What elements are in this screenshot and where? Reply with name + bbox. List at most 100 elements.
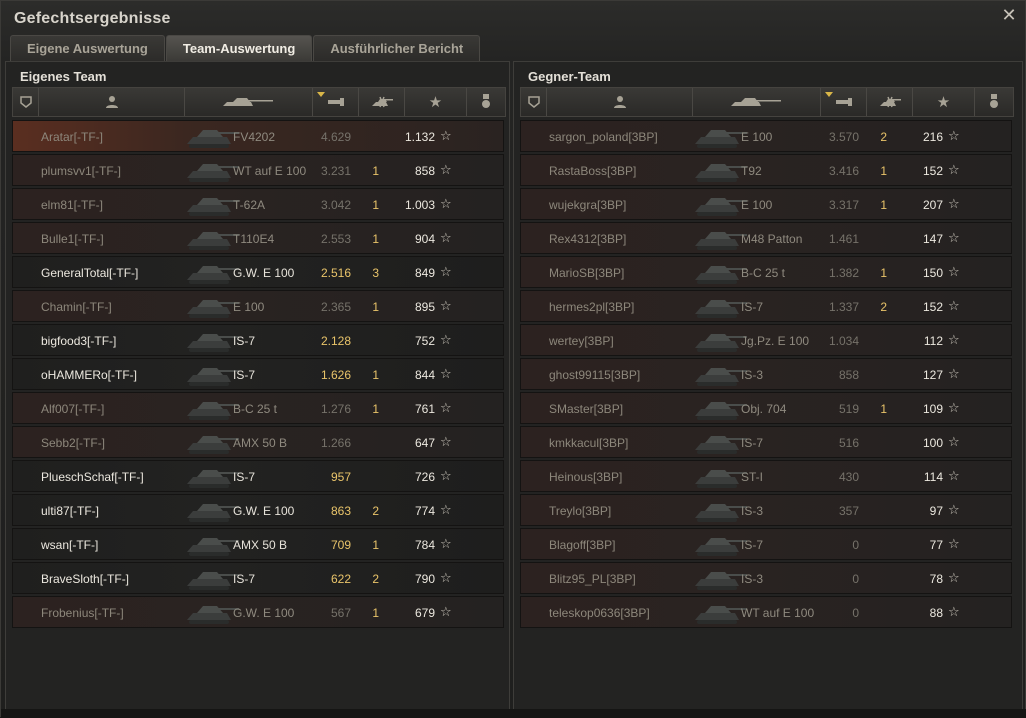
player-name: ghost99115[3BP]	[549, 368, 641, 382]
xp-star-icon[interactable]: ★	[913, 88, 975, 116]
close-icon[interactable]: ✕	[1001, 6, 1017, 24]
kills-value: 1	[372, 300, 379, 314]
tank-name: E 100	[741, 130, 773, 144]
xp-value: 112	[923, 334, 943, 348]
player-row[interactable]: PlueschSchaf[-TF-] IS-7 957 726 ☆	[12, 460, 504, 492]
star-icon: ☆	[948, 230, 960, 245]
damage-value: 1.034	[828, 334, 859, 348]
xp-value: 152	[922, 164, 943, 178]
player-row[interactable]: hermes2pl[3BP] IS-7 1.337 2 152 ☆	[520, 290, 1012, 322]
xp-value: 114	[923, 470, 943, 484]
player-row[interactable]: oHAMMERo[-TF-] IS-7 1.626 1 844 ☆	[12, 358, 504, 390]
star-icon: ☆	[440, 196, 452, 211]
damage-value: 957	[330, 470, 351, 484]
tank-name: E 100	[741, 198, 773, 212]
tank-name: AMX 50 B	[233, 538, 288, 552]
damage-value: 4.629	[320, 130, 351, 144]
player-row[interactable]: Sebb2[-TF-] AMX 50 B 1.266 647 ☆	[12, 426, 504, 458]
player-row[interactable]: BraveSloth[-TF-] IS-7 622 2 790 ☆	[12, 562, 504, 594]
tank-name: WT auf E 100	[741, 606, 815, 620]
player-row[interactable]: wujekgra[3BP] E 100 3.317 1 207 ☆	[520, 188, 1012, 220]
xp-value: 790	[414, 572, 435, 586]
xp-value: 150	[922, 266, 943, 280]
damage-value: 2.553	[320, 232, 351, 246]
player-row[interactable]: MarioSB[3BP] B-C 25 t 1.382 1 150 ☆	[520, 256, 1012, 288]
tank-name: IS-7	[741, 436, 764, 450]
tank-name: Obj. 704	[741, 402, 787, 416]
tank-icon[interactable]	[185, 88, 313, 116]
star-icon: ☆	[948, 128, 960, 143]
tank-name: B-C 25 t	[741, 266, 786, 280]
player-name: teleskop0636[3BP]	[549, 606, 650, 620]
player-row[interactable]: sargon_poland[3BP] E 100 3.570 2 216 ☆	[520, 120, 1012, 152]
player-row[interactable]: Chamin[-TF-] E 100 2.365 1 895 ☆	[12, 290, 504, 322]
kills-value: 1	[372, 402, 379, 416]
medal-icon[interactable]	[467, 88, 505, 116]
kills-value: 1	[372, 164, 379, 178]
damage-value: 3.317	[828, 198, 859, 212]
player-row[interactable]: Rex4312[3BP] M48 Patton 1.461 147 ☆	[520, 222, 1012, 254]
player-row[interactable]: bigfood3[-TF-] IS-7 2.128 752 ☆	[12, 324, 504, 356]
player-row[interactable]: Treylo[3BP] IS-3 357 97 ☆	[520, 494, 1012, 526]
player-name: ulti87[-TF-]	[41, 504, 100, 518]
damage-value: 1.337	[828, 300, 859, 314]
player-row[interactable]: teleskop0636[3BP] WT auf E 100 0 88 ☆	[520, 596, 1012, 628]
damage-icon[interactable]	[313, 88, 359, 116]
player-row[interactable]: GeneralTotal[-TF-] G.W. E 100 2.516 3 849 ☆	[12, 256, 504, 288]
player-row[interactable]: Heinous[3BP] ST-I 430 114 ☆	[520, 460, 1012, 492]
player-row[interactable]: Blitz95_PL[3BP] IS-3 0 78 ☆	[520, 562, 1012, 594]
damage-value: 3.416	[828, 164, 859, 178]
player-row[interactable]: RastaBoss[3BP] T92 3.416 1 152 ☆	[520, 154, 1012, 186]
tab-own-evaluation[interactable]: Eigene Auswertung	[10, 35, 165, 61]
enemy-team-header: ★	[520, 87, 1014, 117]
player-row[interactable]: ghost99115[3BP] IS-3 858 127 ☆	[520, 358, 1012, 390]
player-row[interactable]: wsan[-TF-] AMX 50 B 709 1 784 ☆	[12, 528, 504, 560]
xp-value: 752	[414, 334, 435, 348]
tab-team-evaluation[interactable]: Team-Auswertung	[165, 35, 313, 61]
player-name: wujekgra[3BP]	[549, 198, 627, 212]
tank-icon[interactable]	[693, 88, 821, 116]
platoon-icon[interactable]	[521, 88, 547, 116]
player-name: PlueschSchaf[-TF-]	[41, 470, 144, 484]
star-icon: ☆	[440, 468, 452, 483]
xp-value: 647	[414, 436, 435, 450]
damage-value: 0	[852, 538, 859, 552]
damage-value: 709	[330, 538, 351, 552]
player-row[interactable]: elm81[-TF-] T-62A 3.042 1 1.003 ☆	[12, 188, 504, 220]
kills-icon[interactable]	[867, 88, 913, 116]
damage-value: 1.626	[320, 368, 351, 382]
damage-icon[interactable]	[821, 88, 867, 116]
player-row[interactable]: wertey[3BP] Jg.Pz. E 100 1.034 112 ☆	[520, 324, 1012, 356]
xp-value: 849	[414, 266, 435, 280]
player-row[interactable]: Blagoff[3BP] IS-7 0 77 ☆	[520, 528, 1012, 560]
kills-icon[interactable]	[359, 88, 405, 116]
player-icon[interactable]	[547, 88, 693, 116]
player-name: Sebb2[-TF-]	[41, 436, 106, 450]
platoon-icon[interactable]	[13, 88, 39, 116]
player-name: Treylo[3BP]	[549, 504, 612, 518]
xp-value: 147	[922, 232, 943, 246]
player-row[interactable]: Aratar[-TF-] FV4202 4.629 1.132 ☆	[12, 120, 504, 152]
player-row[interactable]: Bulle1[-TF-] T110E4 2.553 1 904 ☆	[12, 222, 504, 254]
player-name: BraveSloth[-TF-]	[41, 572, 130, 586]
kills-value: 1	[372, 538, 379, 552]
player-row[interactable]: SMaster[3BP] Obj. 704 519 1 109 ☆	[520, 392, 1012, 424]
kills-value: 1	[372, 232, 379, 246]
damage-value: 3.231	[320, 164, 351, 178]
tank-name: IS-7	[741, 300, 764, 314]
player-icon[interactable]	[39, 88, 185, 116]
kills-value: 2	[880, 300, 887, 314]
xp-star-icon[interactable]: ★	[405, 88, 467, 116]
player-name: bigfood3[-TF-]	[41, 334, 117, 348]
tab-detailed-report[interactable]: Ausführlicher Bericht	[313, 35, 481, 61]
xp-value: 774	[414, 504, 435, 518]
player-row[interactable]: Alf007[-TF-] B-C 25 t 1.276 1 761 ☆	[12, 392, 504, 424]
player-row[interactable]: plumsvv1[-TF-] WT auf E 100 3.231 1 858 ☆	[12, 154, 504, 186]
medal-icon[interactable]	[975, 88, 1013, 116]
player-row[interactable]: Frobenius[-TF-] G.W. E 100 567 1 679 ☆	[12, 596, 504, 628]
star-icon: ☆	[948, 196, 960, 211]
player-row[interactable]: ulti87[-TF-] G.W. E 100 863 2 774 ☆	[12, 494, 504, 526]
player-row[interactable]: kmkkacul[3BP] IS-7 516 100 ☆	[520, 426, 1012, 458]
damage-value: 1.382	[828, 266, 859, 280]
star-icon: ☆	[948, 366, 960, 381]
